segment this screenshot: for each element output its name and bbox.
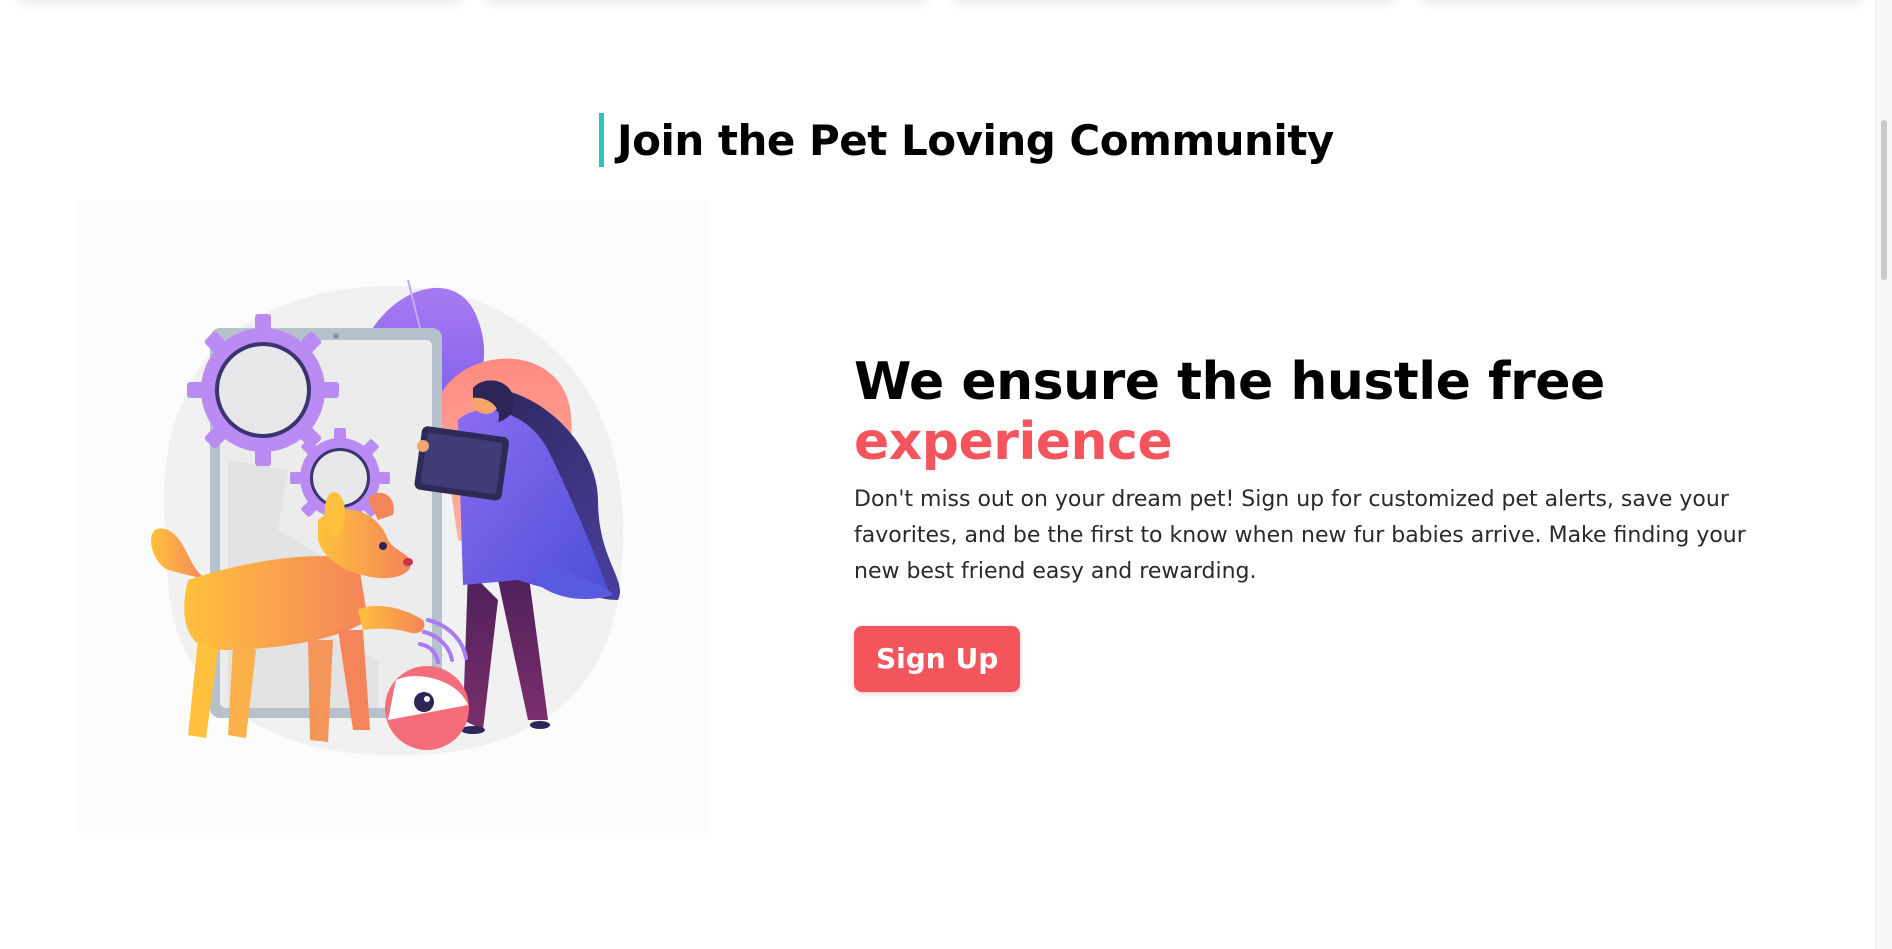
headline: We ensure the hustle free experience: [854, 352, 1784, 472]
heading-accent-bar: [599, 113, 604, 167]
section-heading: Join the Pet Loving Community: [599, 112, 1334, 168]
signup-section: We ensure the hustle free experience Don…: [854, 352, 1784, 692]
signup-description: Don't miss out on your dream pet! Sign u…: [854, 487, 1746, 584]
scrollbar-thumb[interactable]: [1881, 120, 1887, 280]
community-illustration: [78, 200, 710, 833]
section-title: Join the Pet Loving Community: [617, 115, 1334, 165]
woman-with-tablet-and-dog-icon: [151, 279, 624, 756]
page: Join the Pet Loving Community We ensure …: [0, 0, 1892, 949]
headline-accent: experience: [854, 412, 1173, 472]
sign-up-button[interactable]: Sign Up: [854, 626, 1021, 692]
headline-main: We ensure the hustle free: [854, 352, 1605, 412]
page-scrollbar[interactable]: [1875, 0, 1892, 949]
